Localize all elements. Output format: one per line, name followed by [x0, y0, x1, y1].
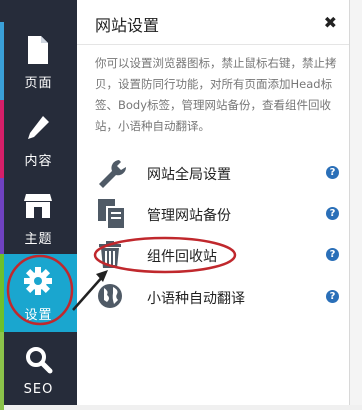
menu-item-backup[interactable]: 管理网站备份 ?	[95, 197, 345, 231]
close-icon[interactable]: ✖	[324, 13, 337, 32]
help-icon[interactable]: ?	[326, 290, 339, 303]
gear-icon	[24, 267, 52, 295]
sidebar-item-theme[interactable]: 主题	[0, 178, 77, 256]
trash-icon	[99, 241, 121, 268]
menu-item-label: 网站全局设置	[147, 167, 231, 183]
sidebar-item-content[interactable]: 内容	[0, 100, 77, 178]
magnifier-icon	[26, 347, 53, 374]
help-icon[interactable]: ?	[326, 207, 339, 220]
sidebar-item-page[interactable]: 页面	[0, 22, 77, 100]
help-icon[interactable]: ?	[326, 166, 339, 179]
help-icon[interactable]: ?	[326, 248, 339, 261]
menu-item-auto-translate[interactable]: 小语种自动翻译 ?	[95, 280, 345, 314]
sidebar-item-label: 主题	[24, 232, 53, 247]
sidebar-item-settings[interactable]: 设置	[0, 254, 77, 332]
menu-item-global-settings[interactable]: 网站全局设置 ?	[95, 156, 345, 190]
sidebar-item-label: 设置	[24, 308, 53, 323]
menu-item-label: 组件回收站	[147, 249, 217, 265]
panel-header: 网站设置 ✖	[77, 0, 349, 45]
sidebar-item-label: 页面	[24, 76, 53, 91]
page-icon	[28, 36, 48, 64]
store-icon	[24, 194, 52, 218]
page-edge	[350, 0, 362, 405]
backup-icon	[98, 199, 126, 230]
panel-title: 网站设置	[95, 16, 160, 35]
settings-panel: 网站设置 ✖ 你可以设置浏览器图标，禁止鼠标右键，禁止拷贝，设置防同行功能，对所…	[77, 0, 350, 405]
sidebar-item-label: 内容	[24, 154, 53, 169]
globe-icon	[98, 284, 122, 308]
menu-item-recycle-bin[interactable]: 组件回收站 ?	[95, 238, 345, 272]
menu-item-label: 管理网站备份	[147, 208, 231, 224]
sidebar-item-label: SEO	[23, 382, 54, 397]
wrench-icon	[99, 160, 127, 188]
panel-description: 你可以设置浏览器图标，禁止鼠标右键，禁止拷贝，设置防同行功能，对所有页面添加He…	[95, 56, 337, 133]
pencil-icon	[28, 116, 49, 139]
sidebar: 页面 内容 主题 设置 SEO	[0, 0, 77, 410]
sidebar-stripe	[0, 332, 4, 410]
menu-item-label: 小语种自动翻译	[147, 291, 245, 307]
sidebar-item-seo[interactable]: SEO	[0, 332, 77, 410]
